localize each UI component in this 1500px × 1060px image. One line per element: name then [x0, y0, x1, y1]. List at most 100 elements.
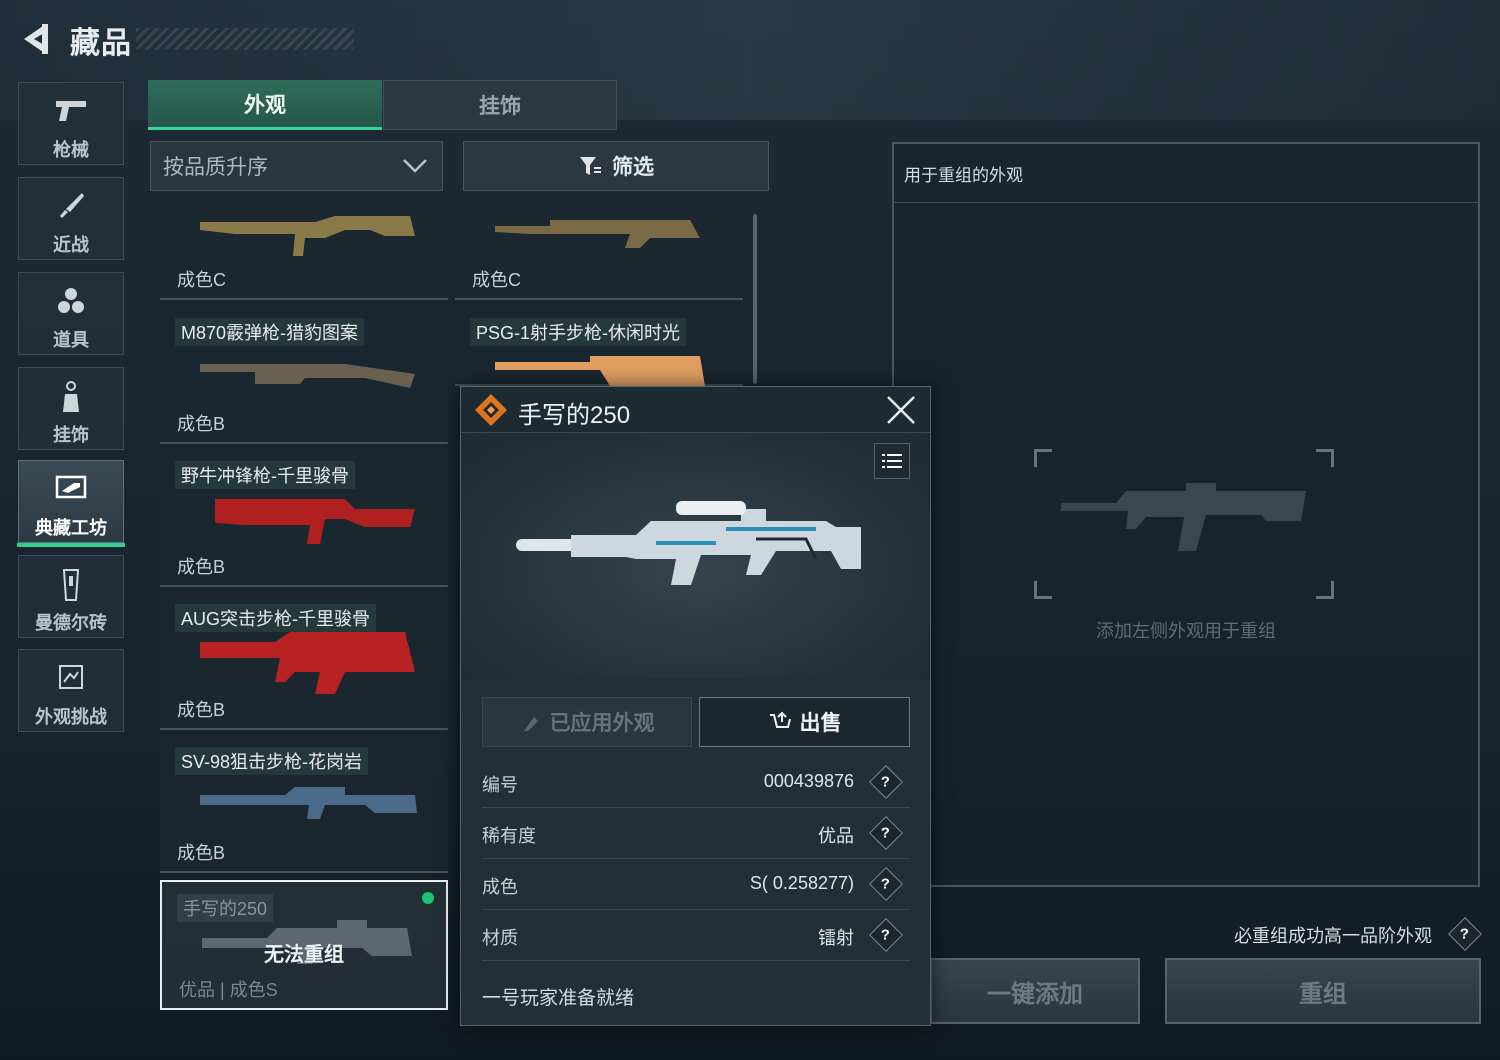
recombine-button[interactable]: 重组: [1165, 958, 1481, 1024]
info-key: 稀有度: [482, 826, 536, 846]
info-key: 编号: [482, 775, 518, 795]
details-list-button[interactable]: [874, 443, 910, 479]
recombine-slot[interactable]: [1034, 449, 1334, 599]
item-detail-popup: 手写的250 已应用外观 出售 编号 000439876 ? 稀有度 优品 ? …: [460, 386, 931, 1026]
weapon-thumbnail: [200, 787, 417, 819]
chevron-down-icon: [403, 159, 427, 173]
filter-button[interactable]: 筛选: [463, 141, 769, 191]
close-icon[interactable]: [884, 393, 918, 427]
back-arrow-icon[interactable]: [18, 20, 52, 58]
sell-icon: [769, 711, 791, 728]
slot-corner: [1316, 581, 1334, 599]
applied-label: 已应用外观: [549, 712, 655, 735]
info-key: 成色: [482, 877, 518, 897]
weapon-preview: [461, 433, 930, 679]
help-icon[interactable]: ?: [869, 867, 903, 901]
weapon-thumbnail: [215, 499, 415, 544]
tab-charms[interactable]: 挂饰: [383, 80, 617, 130]
sell-label: 出售: [799, 712, 842, 735]
item-name: 野牛冲锋枪-千里骏骨: [175, 461, 355, 489]
info-row-rarity: 稀有度 优品 ?: [482, 808, 910, 859]
gun-body: [200, 632, 415, 694]
info-value: 镭射: [818, 928, 854, 948]
rail-label: 挂饰: [53, 425, 89, 445]
item-card-selected[interactable]: 手写的250 无法重组 优品 | 成色S: [160, 880, 448, 1010]
rail-item-guns[interactable]: 枪械: [18, 82, 124, 165]
gun-body: [215, 499, 415, 544]
guarantee-note: 必重组成功高一品阶外观: [1234, 926, 1432, 946]
item-grade: 成色C: [472, 270, 521, 290]
item-card[interactable]: M870霰弹枪-猎豹图案 成色B: [160, 306, 448, 444]
applied-appearance-button: 已应用外观: [482, 697, 692, 747]
status-dot: [420, 890, 436, 906]
item-card[interactable]: 成色C: [455, 200, 743, 300]
rail-label: 典藏工坊: [35, 518, 107, 538]
gun-body: [200, 364, 415, 388]
item-grade: 成色B: [177, 843, 226, 863]
sell-button[interactable]: 出售: [699, 697, 910, 747]
info-row-condition: 成色 S( 0.258277) ?: [482, 859, 910, 910]
gun-body: [200, 787, 417, 819]
item-grade: 成色B: [177, 414, 226, 434]
title-decoration: [136, 28, 354, 50]
sort-dropdown[interactable]: 按品质升序: [150, 141, 443, 191]
tab-appearance[interactable]: 外观: [148, 80, 382, 130]
rail-item-charms[interactable]: 挂饰: [18, 367, 124, 450]
cannot-recombine-label: 无法重组: [264, 944, 344, 966]
workshop-icon: [55, 475, 87, 499]
item-card[interactable]: PSG-1射手步枪-休闲时光: [455, 306, 743, 386]
recombine-title: 用于重组的外观: [904, 166, 1023, 185]
filter-icon: [580, 157, 601, 175]
item-grade: 优品 | 成色S: [179, 980, 278, 1000]
rarity-diamond-icon: [475, 394, 507, 426]
divider: [894, 202, 1478, 203]
weapon-thumbnail: [200, 364, 415, 388]
slot-corner: [1316, 449, 1334, 467]
charm-icon: [63, 381, 79, 412]
item-name: PSG-1射手步枪-休闲时光: [470, 318, 687, 346]
weapon-thumbnail: [495, 220, 700, 248]
slot-corner: [1034, 449, 1052, 467]
item-card[interactable]: 成色C: [160, 200, 448, 300]
info-row-material: 材质 镭射 ?: [482, 910, 910, 961]
gun-body: [495, 220, 700, 248]
rail-item-items[interactable]: 道具: [18, 272, 124, 355]
popup-title: 手写的250: [518, 402, 631, 429]
filter-label: 筛选: [612, 156, 654, 179]
weapon-thumbnail: [200, 216, 415, 256]
help-icon[interactable]: ?: [869, 918, 903, 952]
rail-item-challenge[interactable]: 外观挑战: [18, 649, 124, 732]
rail-item-workshop[interactable]: 典藏工坊: [17, 460, 125, 547]
item-card[interactable]: AUG突击步枪-千里骏骨 成色B: [160, 592, 448, 730]
weapon-thumbnail: [495, 356, 705, 386]
item-card[interactable]: 野牛冲锋枪-千里骏骨 成色B: [160, 449, 448, 587]
weapon-render: [516, 501, 861, 585]
page-title: 藏品: [70, 27, 132, 60]
grenade-icon: [58, 288, 84, 313]
grid-scrollbar[interactable]: [753, 214, 757, 384]
brick-icon: [62, 569, 80, 601]
help-icon[interactable]: ?: [1448, 917, 1482, 951]
rail-label: 外观挑战: [35, 707, 107, 727]
knife-icon: [60, 193, 84, 218]
help-icon[interactable]: ?: [869, 816, 903, 850]
item-description: 一号玩家准备就绪: [482, 988, 635, 1009]
popup-header: 手写的250: [461, 387, 930, 433]
recombine-panel: 用于重组的外观 添加左侧外观用于重组: [892, 142, 1480, 887]
add-all-button[interactable]: 一键添加: [930, 958, 1140, 1024]
item-card[interactable]: SV-98狙击步枪-花岗岩 成色B: [160, 735, 448, 873]
item-grade: 成色B: [177, 700, 226, 720]
rifle-placeholder-icon: [1061, 483, 1306, 551]
rail-item-brick[interactable]: 曼德尔砖: [18, 555, 124, 638]
spray-icon: [523, 717, 538, 731]
rail-item-melee[interactable]: 近战: [18, 177, 124, 260]
weapon-thumbnail: [200, 632, 415, 694]
item-grade: 成色B: [177, 557, 226, 577]
help-icon[interactable]: ?: [869, 765, 903, 799]
item-name: SV-98狙击步枪-花岗岩: [175, 747, 369, 775]
challenge-icon: [59, 665, 83, 689]
gun-icon: [56, 101, 86, 121]
gun-body: [200, 216, 415, 256]
item-grade: 成色C: [177, 270, 226, 290]
info-value: 000439876: [763, 771, 854, 791]
